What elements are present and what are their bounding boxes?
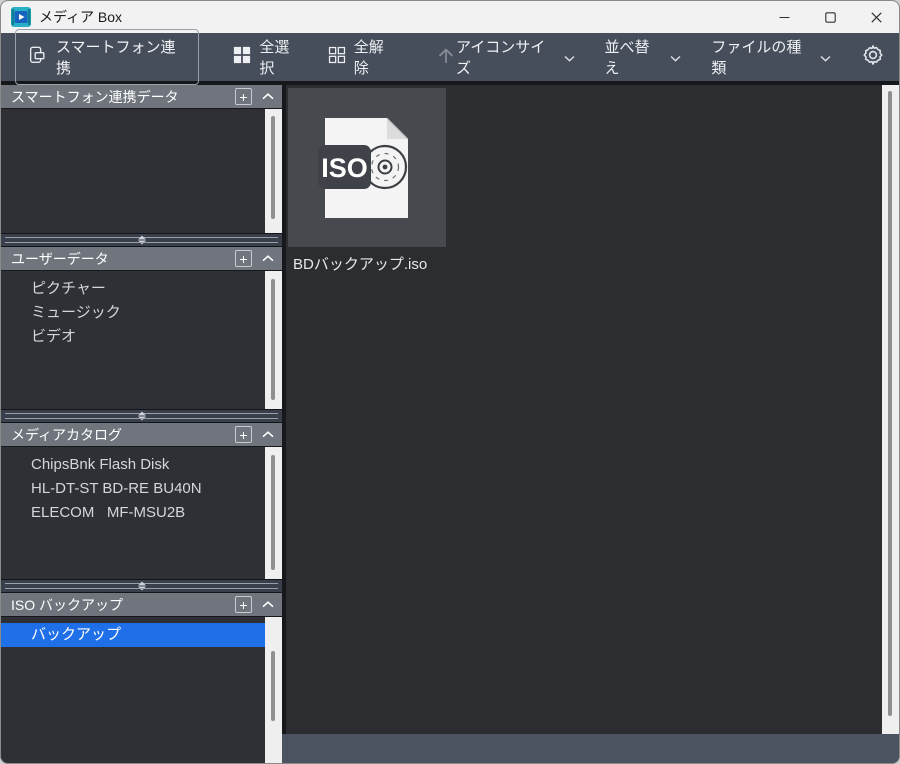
list-item[interactable]: ピクチャー [1, 277, 265, 301]
gear-icon [861, 43, 885, 71]
section-title: ユーザーデータ [11, 249, 235, 269]
section-header-media-catalog[interactable]: メディアカタログ + [1, 423, 282, 447]
list-item[interactable]: ELECOM MF-MSU2B [1, 501, 265, 525]
scrollbar-thumb[interactable] [271, 116, 275, 219]
splitter-handle-icon [138, 236, 146, 245]
main-scrollbar[interactable] [882, 85, 899, 734]
section-header-smartphone-data[interactable]: スマートフォン連携データ + [1, 85, 282, 109]
smartphone-link-button[interactable]: スマートフォン連携 [15, 29, 199, 85]
scrollbar-thumb[interactable] [271, 455, 275, 570]
section-title: スマートフォン連携データ [11, 87, 235, 107]
splitter[interactable] [1, 579, 282, 593]
scrollbar-thumb[interactable] [271, 279, 275, 400]
iso-file-icon: ISO [288, 88, 446, 247]
maximize-button[interactable] [807, 1, 853, 33]
section-list: バックアップ [1, 617, 265, 763]
arrow-up-icon [436, 45, 456, 69]
file-view[interactable]: ISO BDバックアップ.iso [282, 85, 882, 734]
iso-badge-label: ISO [321, 153, 368, 183]
list-item[interactable]: ビデオ [1, 325, 265, 349]
sort-label: 並べ替え [605, 36, 661, 78]
icon-size-label: アイコンサイズ [456, 36, 553, 78]
chevron-down-icon [670, 49, 681, 66]
settings-button[interactable] [861, 43, 885, 71]
add-button[interactable]: + [235, 426, 252, 443]
chevron-down-icon [820, 49, 831, 66]
select-all-button[interactable]: 全選択 [233, 36, 301, 78]
file-type-label: ファイルの種類 [711, 36, 810, 78]
section-title: メディアカタログ [11, 425, 235, 445]
close-button[interactable] [853, 1, 899, 33]
smartphone-link-label: スマートフォン連携 [56, 36, 184, 78]
add-button[interactable]: + [235, 88, 252, 105]
chevron-up-icon[interactable] [261, 90, 275, 104]
list-item[interactable]: ミュージック [1, 301, 265, 325]
splitter[interactable] [1, 233, 282, 247]
file-item[interactable]: ISO BDバックアップ.iso [288, 88, 446, 274]
app-icon [11, 7, 31, 27]
window-title: メディア Box [39, 7, 761, 27]
splitter-handle-icon [138, 412, 146, 421]
section-header-iso-backup[interactable]: ISO バックアップ + [1, 593, 282, 617]
add-button[interactable]: + [235, 250, 252, 267]
splitter[interactable] [1, 409, 282, 423]
scrollbar-thumb[interactable] [888, 91, 892, 716]
sort-dropdown[interactable]: 並べ替え [605, 36, 682, 78]
select-all-icon [233, 46, 251, 68]
section-scrollbar[interactable] [265, 109, 282, 233]
list-item[interactable]: HL-DT-ST BD-RE BU40N [1, 477, 265, 501]
section-list [1, 109, 265, 233]
chevron-down-icon [564, 49, 575, 66]
section-list: ピクチャーミュージックビデオ [1, 271, 265, 409]
sidebar: スマートフォン連携データ + ユーザーデータ + [1, 85, 282, 763]
deselect-all-button[interactable]: 全解除 [328, 36, 396, 78]
smartphone-icon [27, 45, 47, 69]
list-item[interactable]: ChipsBnk Flash Disk [1, 453, 265, 477]
scrollbar-thumb[interactable] [271, 651, 275, 721]
section-header-user-data[interactable]: ユーザーデータ + [1, 247, 282, 271]
go-up-button[interactable] [436, 45, 456, 69]
splitter-handle-icon [138, 582, 146, 591]
chevron-up-icon[interactable] [261, 252, 275, 266]
section-scrollbar[interactable] [265, 447, 282, 579]
chevron-up-icon[interactable] [261, 598, 275, 612]
section-title: ISO バックアップ [11, 595, 235, 615]
status-bar [282, 734, 899, 763]
icon-size-dropdown[interactable]: アイコンサイズ [456, 36, 574, 78]
toolbar: スマートフォン連携 全選択 全解除 [1, 33, 899, 85]
app-window: メディア Box スマートフォン連携 [0, 0, 900, 764]
deselect-all-icon [328, 46, 346, 68]
add-button[interactable]: + [235, 596, 252, 613]
deselect-all-label: 全解除 [354, 36, 396, 78]
section-scrollbar[interactable] [265, 617, 282, 763]
select-all-label: 全選択 [259, 36, 301, 78]
section-scrollbar[interactable] [265, 271, 282, 409]
section-list: ChipsBnk Flash DiskHL-DT-ST BD-RE BU40NE… [1, 447, 265, 579]
chevron-up-icon[interactable] [261, 428, 275, 442]
file-type-dropdown[interactable]: ファイルの種類 [711, 36, 831, 78]
file-name: BDバックアップ.iso [288, 253, 446, 274]
list-item[interactable]: バックアップ [1, 623, 265, 647]
minimize-button[interactable] [761, 1, 807, 33]
